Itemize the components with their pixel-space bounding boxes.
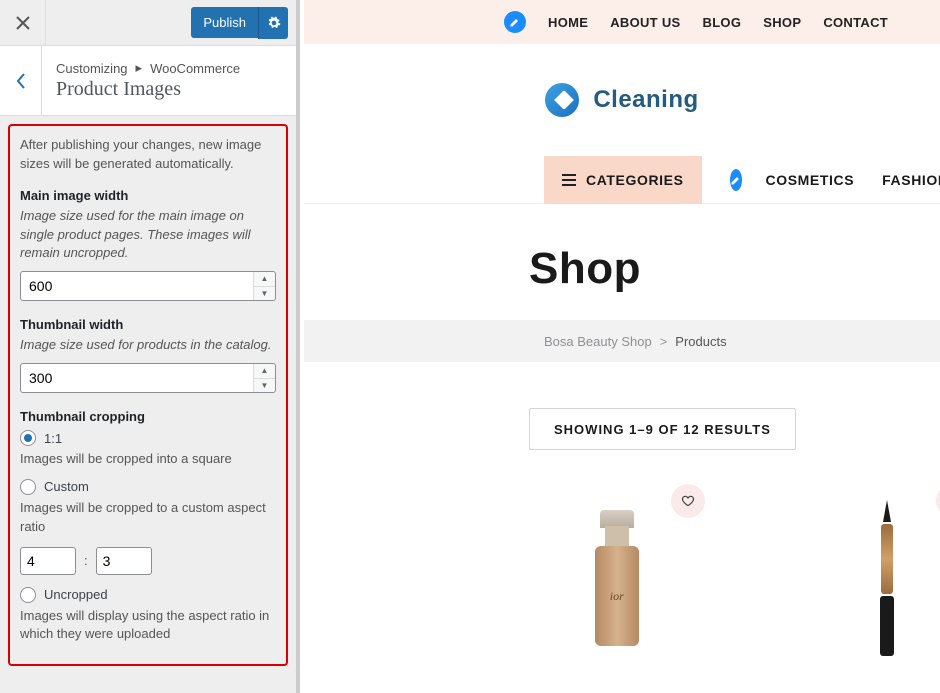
categories-dropdown-trigger[interactable]: CATEGORIES [544,156,702,204]
logo-row: Cleaning [304,44,940,156]
back-button[interactable] [0,46,42,115]
nav-link-home[interactable]: HOME [548,15,588,30]
radio-1-1[interactable] [20,430,36,446]
category-link-cosmetics[interactable]: COSMETICS [766,172,855,188]
thumbnail-width-label: Thumbnail width [20,317,276,332]
close-customizer-button[interactable] [0,0,46,45]
cropping-option-1-1[interactable]: 1:1 [20,430,276,446]
breadcrumb-separator: > [660,334,668,349]
main-image-width-field: ▲▼ [20,271,276,301]
radio-custom-label: Custom [44,479,89,494]
product-row: ior [304,490,940,670]
hamburger-icon [562,174,576,186]
thumbnail-cropping-label: Thumbnail cropping [20,409,276,424]
wishlist-button-2[interactable] [936,484,940,518]
spinner-up-icon[interactable]: ▲ [254,272,275,286]
panel-body: After publishing your changes, new image… [0,116,296,693]
main-image-width-desc: Image size used for the main image on si… [20,207,276,264]
close-icon [16,16,30,30]
thumbnail-width-input[interactable] [20,363,276,393]
cropping-option-custom[interactable]: Custom [20,479,276,495]
main-image-width-spinner[interactable]: ▲▼ [253,272,275,300]
pencil-icon [730,174,742,186]
breadcrumb-parent: WooCommerce [150,61,240,76]
product-image-eyeliner [867,500,897,660]
thumbnail-width-spinner[interactable]: ▲▼ [253,364,275,392]
spinner-up-icon[interactable]: ▲ [254,364,275,378]
spinner-down-icon[interactable]: ▼ [254,378,275,393]
aspect-height-input[interactable] [96,547,152,575]
customizer-panel: Publish Customizing ▸ WooCommerce Produc… [0,0,300,693]
breadcrumb-band: Bosa Beauty Shop > Products [304,320,940,362]
main-image-width-label: Main image width [20,188,276,203]
radio-custom-help: Images will be cropped to a custom aspec… [20,499,276,537]
product-card-2[interactable] [825,490,940,670]
publish-actions: Publish [191,0,296,45]
radio-uncropped[interactable] [20,587,36,603]
panel-top-bar: Publish [0,0,296,46]
publish-button[interactable]: Publish [191,7,258,38]
edit-shortcut-button-2[interactable] [730,169,742,191]
nav-link-shop[interactable]: SHOP [763,15,801,30]
product-card-1[interactable]: ior [559,490,675,670]
publish-settings-button[interactable] [258,7,288,39]
nav-link-blog[interactable]: BLOG [703,15,742,30]
thumbnail-width-desc: Image size used for products in the cata… [20,336,276,355]
results-count: SHOWING 1–9 OF 12 RESULTS [529,408,796,450]
info-note: After publishing your changes, new image… [20,136,276,174]
product-image-bottle: ior [589,510,645,660]
breadcrumb-current: Products [675,334,726,349]
radio-1-1-label: 1:1 [44,431,62,446]
logo-icon [545,83,579,117]
aspect-width-input[interactable] [20,547,76,575]
breadcrumb-pre: Customizing [56,61,128,76]
thumbnail-width-field: ▲▼ [20,363,276,393]
cropping-option-uncropped[interactable]: Uncropped [20,587,276,603]
breadcrumb-arrow: ▸ [136,60,143,76]
categories-label: CATEGORIES [586,172,684,188]
aspect-separator: : [84,553,88,568]
aspect-ratio-row: : [20,547,276,575]
radio-uncropped-label: Uncropped [44,587,108,602]
page-title: Shop [529,244,940,294]
wishlist-button-1[interactable] [671,484,705,518]
radio-custom[interactable] [20,479,36,495]
spinner-down-icon[interactable]: ▼ [254,286,275,301]
breadcrumb: Customizing ▸ WooCommerce [56,60,240,76]
panel-header: Customizing ▸ WooCommerce Product Images [0,46,296,116]
section-title: Product Images [56,78,240,101]
highlighted-controls-box: After publishing your changes, new image… [8,124,288,666]
top-nav-bar: HOME ABOUT US BLOG SHOP CONTACT [304,0,940,44]
radio-1-1-help: Images will be cropped into a square [20,450,276,469]
radio-uncropped-help: Images will display using the aspect rat… [20,607,276,645]
header-text: Customizing ▸ WooCommerce Product Images [42,46,254,115]
heart-icon [681,494,695,508]
nav-link-contact[interactable]: CONTACT [823,15,888,30]
nav-link-about[interactable]: ABOUT US [610,15,680,30]
category-link-fashion-kit[interactable]: FASHION KIT [882,172,940,188]
site-preview: HOME ABOUT US BLOG SHOP CONTACT Cleaning… [304,0,940,693]
breadcrumb-root-link[interactable]: Bosa Beauty Shop [544,334,652,349]
main-image-width-input[interactable] [20,271,276,301]
gear-icon [267,16,281,30]
logo-text[interactable]: Cleaning [593,86,698,114]
bottle-label: ior [595,546,639,646]
edit-shortcut-button[interactable] [504,11,526,33]
category-bar: CATEGORIES COSMETICS FASHION KIT CRE [304,156,940,204]
pencil-icon [509,16,521,28]
chevron-left-icon [16,73,26,89]
